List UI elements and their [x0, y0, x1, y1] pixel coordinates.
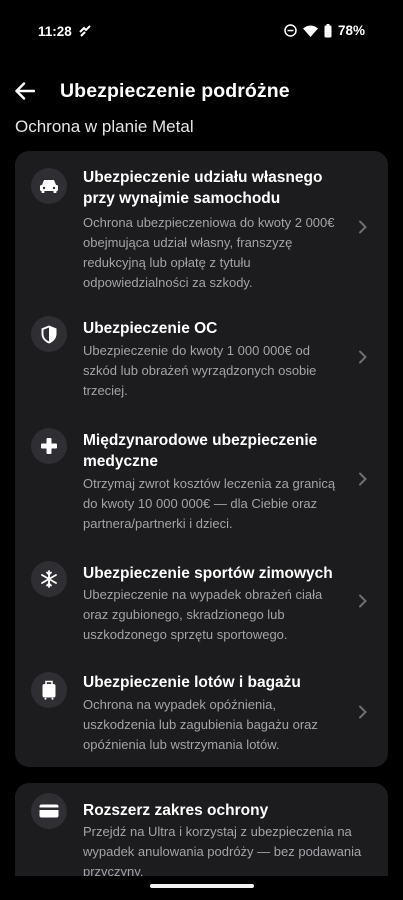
coverage-item-liability[interactable]: Ubezpieczenie OC Ubezpieczenie do kwoty …: [15, 301, 388, 413]
navigation-bar: [0, 876, 403, 900]
item-title: Międzynarodowe ubezpieczenie medyczne: [83, 432, 318, 470]
item-description: Ubezpieczenie na wypadek obrażeń ciała o…: [83, 587, 323, 642]
card-icon: [39, 804, 59, 818]
item-title: Ubezpieczenie lotów i bagażu: [83, 674, 301, 691]
coverage-item-winter-sports[interactable]: Ubezpieczenie sportów zimowych Ubezpiecz…: [15, 545, 388, 655]
app-bar: Ubezpieczenie podróżne: [0, 74, 403, 110]
snowflake-icon-wrap: [31, 561, 67, 597]
coverage-item-medical[interactable]: Międzynarodowe ubezpieczenie medyczne Ot…: [15, 413, 388, 545]
medical-cross-icon: [41, 438, 57, 454]
shield-icon-wrap: [31, 316, 67, 352]
item-description: Otrzymaj zwrot kosztów leczenia za grani…: [83, 476, 336, 531]
item-description: Ochrona na wypadek opóźnienia, uszkodzen…: [83, 697, 318, 752]
coverage-card: Ubezpieczenie udziału własnego przy wyna…: [15, 151, 388, 767]
luggage-icon: [42, 680, 56, 700]
item-title: Ubezpieczenie udziału własnego przy wyna…: [83, 169, 323, 207]
upgrade-description: Przejdź na Ultra i korzystaj z ubezpiecz…: [83, 824, 362, 879]
snowflake-icon: [41, 570, 57, 588]
medical-icon-wrap: [31, 428, 67, 464]
chevron-right-icon: [359, 472, 367, 486]
arrow-left-icon: [15, 82, 35, 100]
battery-percent: 78%: [337, 23, 365, 38]
item-description: Ubezpieczenie do kwoty 1 000 000€ od szk…: [83, 343, 317, 398]
page-title: Ubezpieczenie podróżne: [60, 80, 290, 102]
car-icon-wrap: [31, 168, 67, 204]
coverage-item-car-rental[interactable]: Ubezpieczenie udziału własnego przy wyna…: [15, 151, 388, 297]
back-button[interactable]: [12, 78, 38, 104]
card-icon-wrap: [31, 793, 67, 829]
battery-icon: [324, 23, 332, 38]
wifi-icon: [302, 25, 318, 37]
coverage-item-flights-luggage[interactable]: Ubezpieczenie lotów i bagażu Ochrona na …: [15, 655, 388, 767]
chevron-right-icon: [359, 594, 367, 608]
home-indicator[interactable]: [150, 884, 254, 888]
upgrade-title: Rozszerz zakres ochrony: [83, 802, 269, 819]
chevron-right-icon: [359, 705, 367, 719]
chevron-right-icon: [359, 220, 367, 234]
shield-icon: [41, 325, 57, 343]
item-title: Ubezpieczenie OC: [83, 320, 218, 337]
chevron-right-icon: [359, 350, 367, 364]
section-title: Ochrona w planie Metal: [15, 117, 194, 136]
status-bar: 11:28 78%: [0, 0, 403, 64]
car-icon: [40, 180, 58, 193]
dnd-icon: [284, 24, 297, 37]
status-right: 78%: [284, 23, 365, 38]
item-title: Ubezpieczenie sportów zimowych: [83, 565, 333, 582]
status-time: 11:28: [38, 24, 72, 39]
item-description: Ochrona ubezpieczeniowa do kwoty 2 000€ …: [83, 215, 335, 290]
link-status-icon: [78, 24, 92, 38]
luggage-icon-wrap: [31, 672, 67, 708]
